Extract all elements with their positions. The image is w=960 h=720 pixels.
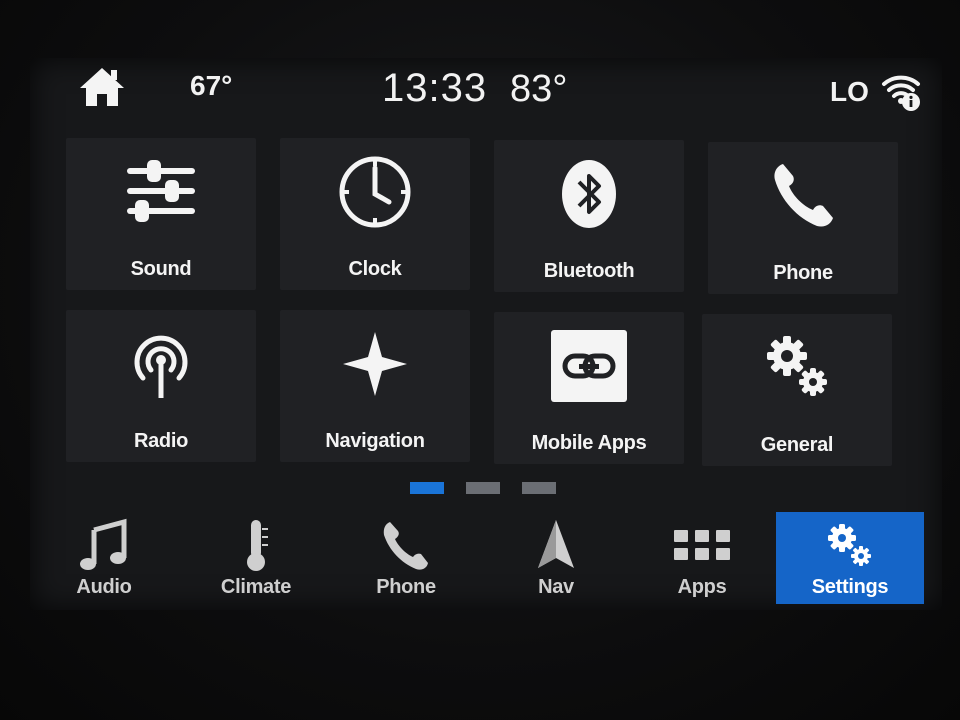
clock-time: 13:33 <box>382 66 488 110</box>
home-icon[interactable] <box>78 66 126 108</box>
page-dot[interactable] <box>466 482 500 494</box>
page-dot-active[interactable] <box>410 482 444 494</box>
tile-label: Clock <box>348 258 402 280</box>
tile-label: Radio <box>133 430 189 452</box>
nav-climate[interactable]: Climate <box>182 512 330 604</box>
fan-level[interactable]: LO <box>830 76 869 108</box>
tile-label: General <box>760 434 834 456</box>
bluetooth-icon <box>562 160 616 228</box>
thermometer-icon <box>247 520 268 571</box>
tile-general[interactable]: General <box>702 314 892 466</box>
nav-settings-active[interactable]: Settings <box>776 512 924 604</box>
compass-star-icon <box>343 332 407 396</box>
link-icon <box>551 330 627 402</box>
tile-radio[interactable]: Radio <box>66 310 256 462</box>
nav-label: Audio <box>76 576 132 598</box>
cabin-temperature[interactable]: 83° <box>510 68 567 111</box>
nav-label: Nav <box>538 576 574 598</box>
nav-phone[interactable]: Phone <box>332 512 480 604</box>
clock-icon <box>339 156 411 228</box>
tile-phone[interactable]: Phone <box>708 142 898 294</box>
navigation-arrow-icon <box>538 520 574 568</box>
tile-clock[interactable]: Clock <box>280 138 470 290</box>
nav-label: Phone <box>376 576 436 598</box>
settings-tile-grid: Sound Clock Bluetooth Phone Radio Naviga… <box>66 138 926 468</box>
tile-bluetooth[interactable]: Bluetooth <box>494 140 684 292</box>
tile-label: Bluetooth <box>543 260 635 282</box>
status-bar: 67° 13:33 83° LO <box>30 58 942 120</box>
gears-icon <box>828 524 871 566</box>
nav-apps[interactable]: Apps <box>628 512 776 604</box>
nav-navigation[interactable]: Nav <box>482 512 630 604</box>
radio-antenna-icon <box>134 335 188 398</box>
tile-navigation[interactable]: Navigation <box>280 310 470 462</box>
outside-temperature: 67° <box>190 70 233 101</box>
tile-label: Sound <box>130 258 192 280</box>
tile-mobile-apps[interactable]: Mobile Apps <box>494 312 684 464</box>
nav-label: Climate <box>220 576 292 598</box>
gears-icon <box>767 336 827 396</box>
bottom-nav-bar: Audio Climate Phone Nav Apps Settings <box>30 512 942 604</box>
music-note-icon <box>80 518 127 570</box>
display-bezel: 67° 13:33 83° LO Sound Clock Bluetooth P… <box>0 0 960 720</box>
phone-icon <box>774 164 833 227</box>
phone-icon <box>383 522 428 570</box>
touchscreen: 67° 13:33 83° LO Sound Clock Bluetooth P… <box>30 58 942 610</box>
nav-audio[interactable]: Audio <box>30 512 178 604</box>
nav-label: Apps <box>677 576 727 598</box>
wifi-info-icon[interactable] <box>880 70 922 112</box>
tile-label: Mobile Apps <box>531 432 647 454</box>
tile-sound[interactable]: Sound <box>66 138 256 290</box>
page-dot[interactable] <box>522 482 556 494</box>
tile-label: Phone <box>773 262 833 284</box>
apps-grid-icon <box>674 530 730 560</box>
sliders-icon <box>127 160 195 222</box>
nav-label: Settings <box>811 576 889 598</box>
tile-label: Navigation <box>325 430 425 452</box>
page-indicator <box>410 482 570 496</box>
